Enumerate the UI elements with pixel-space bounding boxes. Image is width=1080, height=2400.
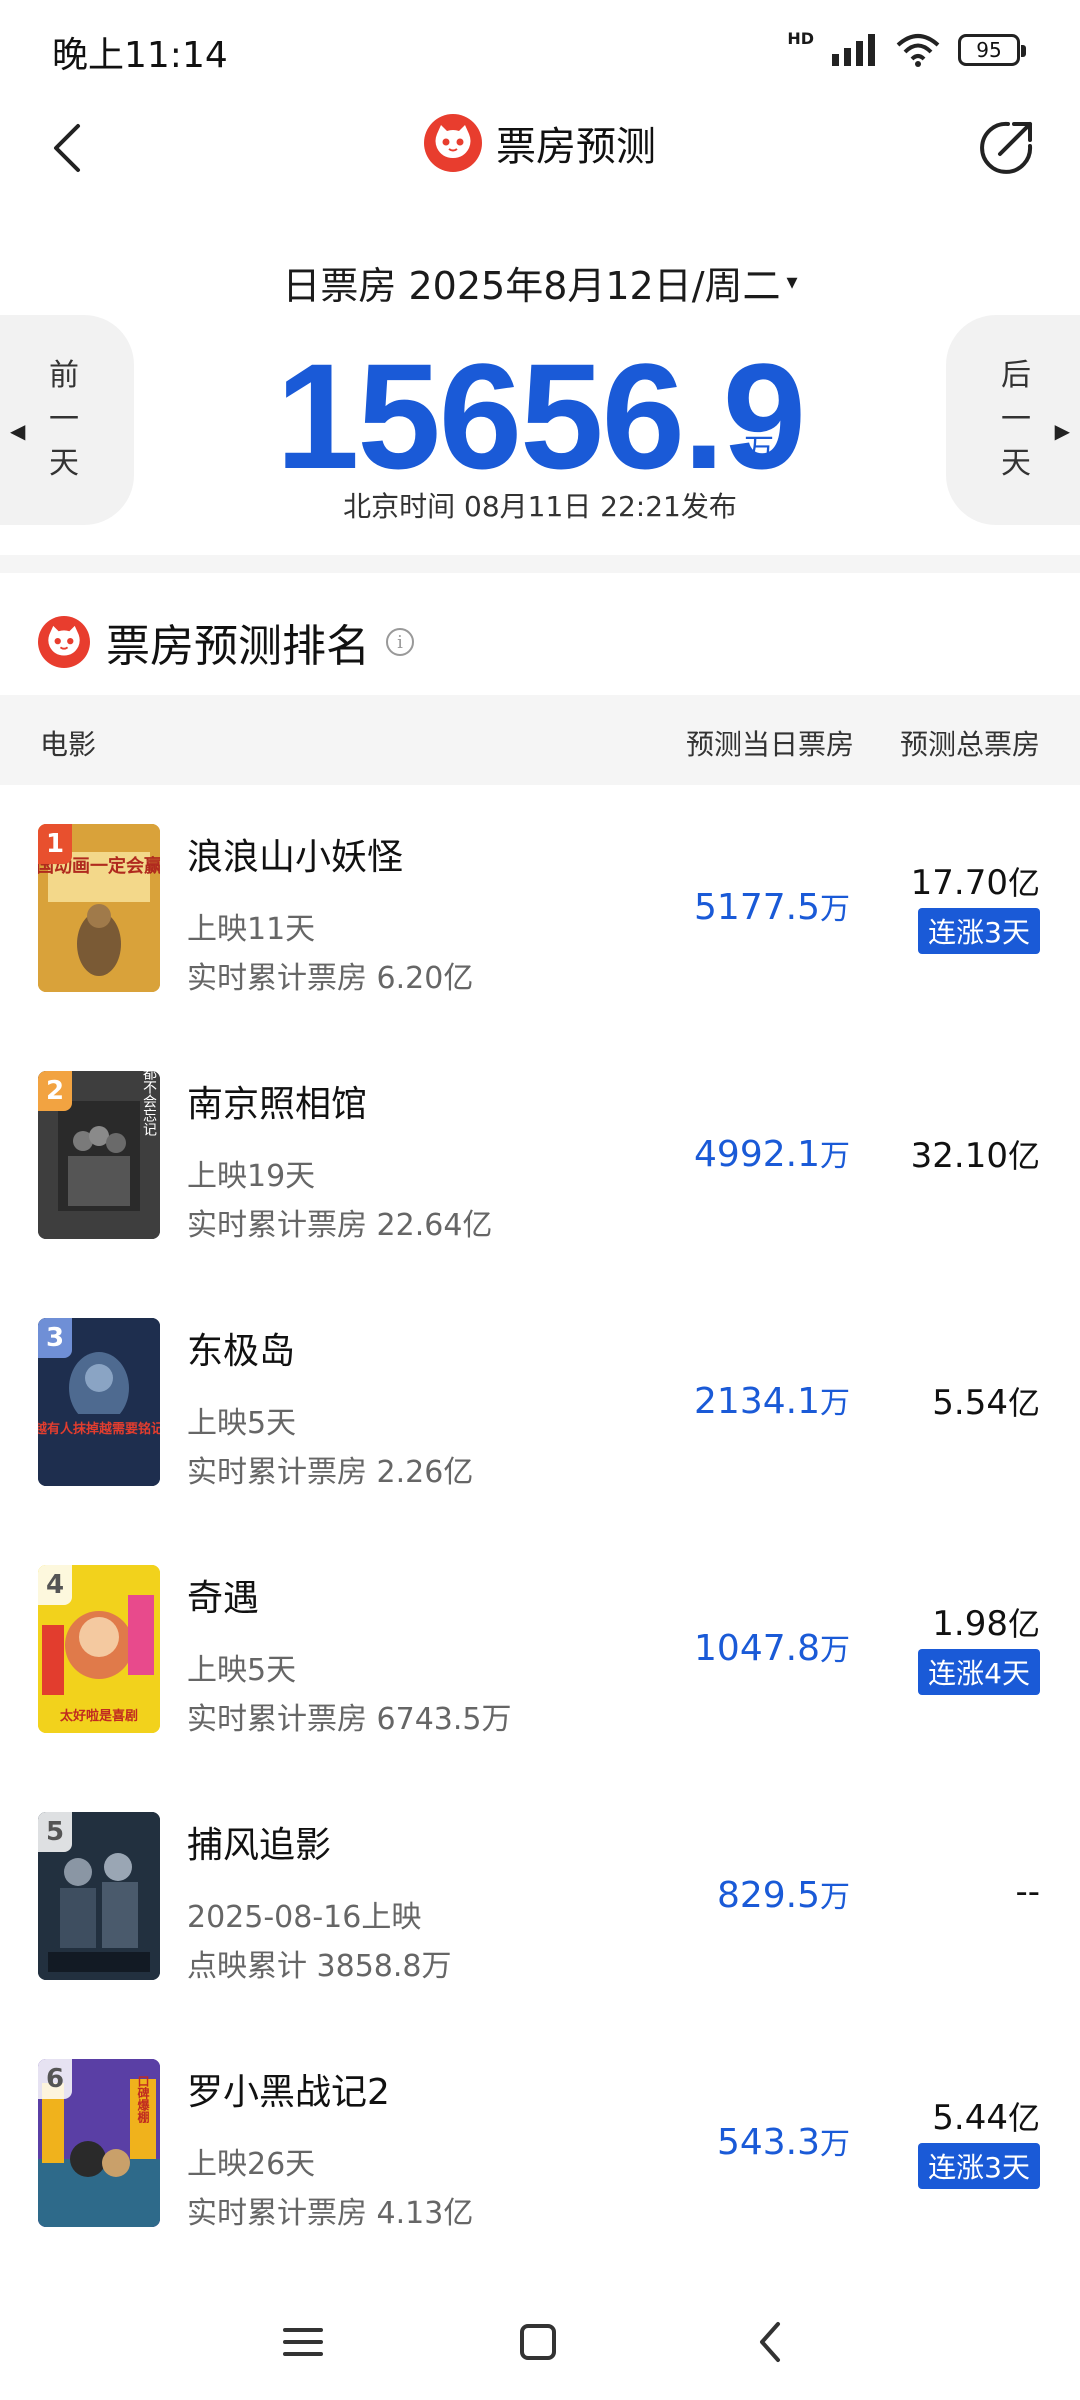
publish-time: 北京时间 08月11日 22:21发布 [343, 490, 737, 523]
day-forecast-value: 543.3万 [716, 2122, 850, 2163]
nav-title-text: 票房预测 [496, 124, 656, 170]
movie-release-info: 上映11天 [187, 912, 316, 947]
movie-title[interactable]: 浪浪山小妖怪 [187, 828, 403, 880]
movie-cumulative: 实时累计票房 6743.5万 [187, 1702, 512, 1737]
day-forecast-value: 5177.5万 [694, 887, 850, 928]
daily-box-office-unit: 万 [744, 433, 774, 468]
rank-badge: 4 [38, 1565, 72, 1605]
total-forecast-value: 17.70亿 [910, 863, 1040, 903]
maoyan-cat-logo-icon [424, 114, 482, 172]
poster-caption: 越有人抹掉越需要铭记 [38, 1421, 160, 1437]
system-navigation-bar [0, 2290, 1080, 2400]
table-row[interactable]: 5 捕风追影 2025-08-16上映 点映累计 3858.8万 829.5万 … [0, 1798, 1080, 2045]
table-row[interactable]: 都不会忘记 2 南京照相馆 上映19天 实时累计票房 22.64亿 4992.1… [0, 1057, 1080, 1304]
network-label: HD [787, 28, 814, 48]
table-row[interactable]: 口碑爆棚 6 罗小黑战记2 上映26天 实时累计票房 4.13亿 543.3万 … [0, 2045, 1080, 2292]
info-icon[interactable]: i [386, 628, 414, 656]
movie-poster: 5 [38, 1812, 160, 1980]
table-header: 电影 预测当日票房 预测总票房 [0, 695, 1080, 785]
total-forecast-value: 1.98亿 [932, 1604, 1040, 1644]
movie-cumulative: 实时累计票房 4.13亿 [187, 2196, 474, 2231]
table-row[interactable]: 太好啦是喜剧 4 奇遇 上映5天 实时累计票房 6743.5万 1047.8万 … [0, 1551, 1080, 1798]
ranking-title: 票房预测排名 [106, 621, 370, 672]
movie-release-info: 上映26天 [187, 2147, 316, 2182]
total-forecast-value: 5.54亿 [932, 1383, 1040, 1423]
status-time: 晚上11:14 [52, 35, 228, 76]
day-forecast-value: 1047.8万 [694, 1628, 850, 1669]
battery-indicator: 95 [958, 34, 1026, 66]
share-icon[interactable] [974, 116, 1038, 180]
rank-badge: 5 [38, 1812, 72, 1852]
top-nav-bar: 票房预测 [0, 100, 1080, 200]
poster-caption: 都不会忘记 [141, 1071, 157, 1136]
home-icon[interactable] [508, 2312, 568, 2372]
column-header-movie: 电影 [40, 728, 97, 761]
movie-cumulative: 实时累计票房 6.20亿 [187, 961, 474, 996]
movie-cumulative: 实时累计票房 22.64亿 [187, 1208, 493, 1243]
rank-badge: 2 [38, 1071, 72, 1111]
date-selector[interactable]: 日票房 2025年8月12日/周二 ▾ [0, 255, 1080, 310]
daily-box-office-total: 15656.9 [275, 332, 806, 500]
rising-streak-badge: 连涨4天 [918, 1649, 1040, 1695]
rising-streak-badge: 连涨3天 [918, 908, 1040, 954]
back-icon[interactable] [742, 2312, 802, 2372]
day-forecast-value: 829.5万 [716, 1875, 850, 1916]
total-forecast-value: -- [1015, 1872, 1040, 1912]
rising-streak-badge: 连涨3天 [918, 2143, 1040, 2189]
movie-poster: 太好啦是喜剧 4 [38, 1565, 160, 1733]
movie-release-info: 上映19天 [187, 1159, 316, 1194]
day-forecast-value: 4992.1万 [694, 1134, 850, 1175]
section-divider [0, 555, 1080, 573]
movie-title[interactable]: 罗小黑战记2 [187, 2063, 390, 2115]
movie-title[interactable]: 捕风追影 [187, 1816, 331, 1868]
maoyan-cat-logo-icon [38, 616, 90, 668]
movie-cumulative: 点映累计 3858.8万 [187, 1949, 452, 1984]
movie-poster: 都不会忘记 2 [38, 1071, 160, 1239]
menu-icon[interactable] [273, 2312, 333, 2372]
table-row[interactable]: 越有人抹掉越需要铭记 3 东极岛 上映5天 实时累计票房 2.26亿 2134.… [0, 1304, 1080, 1551]
movie-cumulative: 实时累计票房 2.26亿 [187, 1455, 474, 1490]
movie-poster: 国动画一定会赢 1 [38, 824, 160, 992]
movie-title[interactable]: 东极岛 [187, 1322, 295, 1374]
rank-badge: 3 [38, 1318, 72, 1358]
day-forecast-value: 2134.1万 [694, 1381, 850, 1422]
column-header-total-forecast: 预测总票房 [899, 728, 1040, 761]
page-title: 票房预测 [0, 114, 1080, 172]
chevron-down-icon: ▾ [786, 270, 798, 295]
wifi-icon [896, 34, 940, 67]
movie-poster: 口碑爆棚 6 [38, 2059, 160, 2227]
movie-title[interactable]: 南京照相馆 [187, 1075, 367, 1127]
total-forecast-value: 32.10亿 [910, 1136, 1040, 1176]
signal-icon [832, 34, 875, 66]
date-label: 日票房 2025年8月12日/周二 [282, 264, 781, 308]
rank-badge: 6 [38, 2059, 72, 2099]
movie-title[interactable]: 奇遇 [187, 1569, 259, 1621]
movie-release-info: 上映5天 [187, 1653, 297, 1688]
status-bar: 晚上11:14 HD 95 [0, 0, 1080, 100]
movie-release-info: 2025-08-16上映 [187, 1900, 422, 1935]
status-icons: HD 95 [787, 28, 1026, 70]
movie-poster: 越有人抹掉越需要铭记 3 [38, 1318, 160, 1486]
poster-caption: 口碑爆棚 [136, 2075, 150, 2124]
movie-release-info: 上映5天 [187, 1406, 297, 1441]
poster-caption: 太好啦是喜剧 [59, 1708, 138, 1724]
table-row[interactable]: 国动画一定会赢 1 浪浪山小妖怪 上映11天 实时累计票房 6.20亿 5177… [0, 810, 1080, 1057]
total-forecast-value: 5.44亿 [932, 2098, 1040, 2138]
column-header-day-forecast: 预测当日票房 [685, 728, 854, 761]
ranking-header: 票房预测排名 i [38, 610, 414, 674]
ranking-list: 国动画一定会赢 1 浪浪山小妖怪 上映11天 实时累计票房 6.20亿 5177… [0, 810, 1080, 2292]
rank-badge: 1 [38, 824, 72, 864]
